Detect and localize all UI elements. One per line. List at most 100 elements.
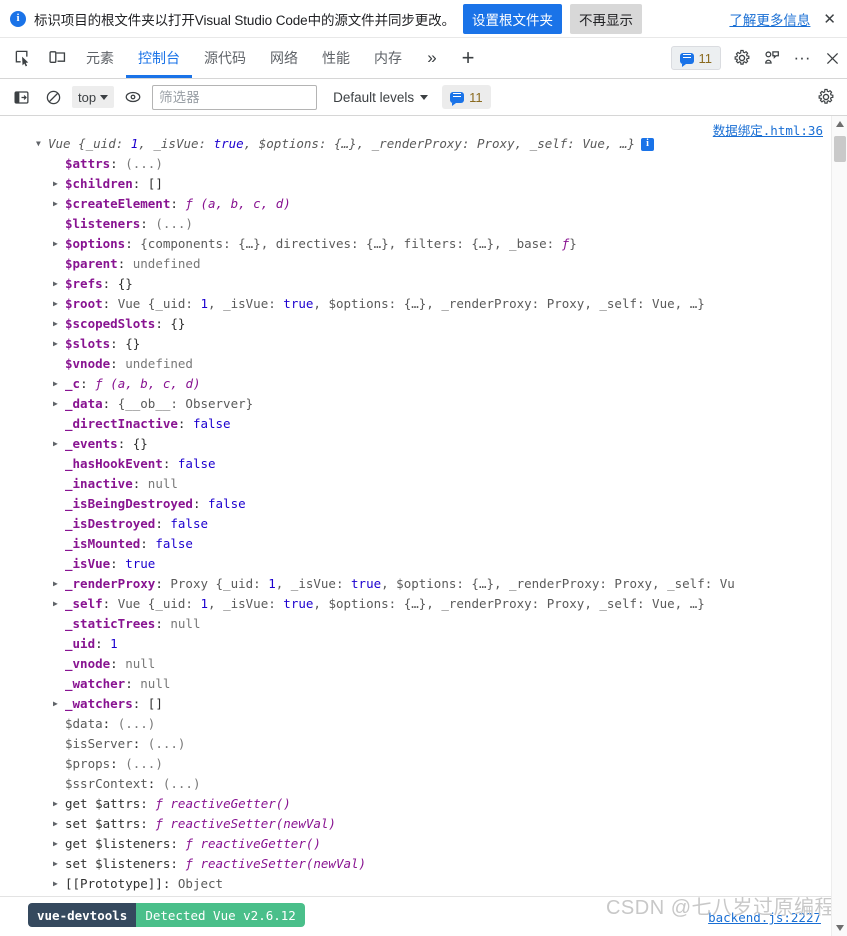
object-tree-row[interactable]: _isMounted: false xyxy=(0,534,831,554)
object-tree-row[interactable]: $listeners: (...) xyxy=(0,214,831,234)
object-tree-row[interactable]: _self: Vue {_uid: 1, _isVue: true, $opti… xyxy=(0,594,831,614)
learn-more-link[interactable]: 了解更多信息 xyxy=(729,9,810,29)
object-tree-row[interactable]: $parent: undefined xyxy=(0,254,831,274)
object-tree-row[interactable]: _events: {} xyxy=(0,434,831,454)
more-tabs-chevron-icon[interactable]: » xyxy=(414,38,450,78)
expand-triangle-closed-icon[interactable] xyxy=(53,274,65,294)
expand-triangle-closed-icon[interactable] xyxy=(53,334,65,354)
expand-triangle-closed-icon[interactable] xyxy=(53,574,65,594)
tab-performance[interactable]: 性能 xyxy=(310,38,362,78)
expand-triangle-closed-icon[interactable] xyxy=(53,694,65,714)
console-scrollbar[interactable] xyxy=(831,116,847,936)
object-tree-row[interactable]: set $attrs: ƒ reactiveSetter(newVal) xyxy=(0,814,831,834)
dont-show-again-button[interactable]: 不再显示 xyxy=(569,3,642,34)
object-tree-row-text: _watchers: [] xyxy=(65,696,163,711)
object-tree-row-text: [[Prototype]]: Object xyxy=(65,876,224,891)
expand-triangle-closed-icon[interactable] xyxy=(53,174,65,194)
object-tree-row[interactable]: $props: (...) xyxy=(0,754,831,774)
expand-triangle-closed-icon[interactable] xyxy=(53,234,65,254)
console-toolbar: top Default levels 11 xyxy=(0,79,847,116)
object-tree-row[interactable]: _vnode: null xyxy=(0,654,831,674)
object-tree-row[interactable]: $vnode: undefined xyxy=(0,354,831,374)
object-tree-row[interactable]: get $listeners: ƒ reactiveGetter() xyxy=(0,834,831,854)
log-levels-value: Default levels xyxy=(333,89,415,105)
gear-icon[interactable] xyxy=(727,49,757,67)
execution-context-value: top xyxy=(78,89,97,105)
inspect-element-icon[interactable] xyxy=(6,38,40,78)
execution-context-select[interactable]: top xyxy=(72,86,115,108)
object-tree-row[interactable]: $children: [] xyxy=(0,174,831,194)
more-options-icon[interactable]: ··· xyxy=(787,48,817,68)
object-tree-row[interactable]: _uid: 1 xyxy=(0,634,831,654)
scrollbar-thumb[interactable] xyxy=(834,136,846,162)
object-tree-row[interactable]: _c: ƒ (a, b, c, d) xyxy=(0,374,831,394)
device-toolbar-icon[interactable] xyxy=(40,38,74,78)
object-tree-row[interactable]: _data: {__ob__: Observer} xyxy=(0,394,831,414)
add-tab-plus-icon[interactable]: + xyxy=(450,38,486,78)
object-tree-row-text: $attrs: (...) xyxy=(65,156,163,171)
object-tree-row[interactable]: _isBeingDestroyed: false xyxy=(0,494,831,514)
object-tree-row[interactable]: $data: (...) xyxy=(0,714,831,734)
expand-triangle-closed-icon[interactable] xyxy=(53,374,65,394)
set-root-folder-button[interactable]: 设置根文件夹 xyxy=(462,3,562,34)
expand-triangle-closed-icon[interactable] xyxy=(53,294,65,314)
log-levels-select[interactable]: Default levels xyxy=(329,90,432,105)
object-tree-row[interactable]: get $attrs: ƒ reactiveGetter() xyxy=(0,794,831,814)
console-sidebar-icon[interactable] xyxy=(8,84,34,110)
console-settings-gear-icon[interactable] xyxy=(813,84,839,110)
expand-triangle-closed-icon[interactable] xyxy=(53,394,65,414)
object-tree-row[interactable]: [[Prototype]]: Object xyxy=(0,874,831,894)
object-tree-row[interactable]: $attrs: (...) xyxy=(0,154,831,174)
info-badge-icon[interactable]: i xyxy=(641,137,655,151)
object-tree-row[interactable]: $options: {components: {…}, directives: … xyxy=(0,234,831,254)
object-tree-root-row[interactable]: Vue {_uid: 1, _isVue: true, $options: {…… xyxy=(0,134,831,154)
object-tree-row[interactable]: _hasHookEvent: false xyxy=(0,454,831,474)
tab-console[interactable]: 控制台 xyxy=(126,38,192,78)
clear-console-icon[interactable] xyxy=(40,84,66,110)
object-tree-row[interactable]: $root: Vue {_uid: 1, _isVue: true, $opti… xyxy=(0,294,831,314)
object-tree-row[interactable]: _watcher: null xyxy=(0,674,831,694)
console-issues-badge[interactable]: 11 xyxy=(442,85,491,109)
expand-triangle-open-icon[interactable] xyxy=(36,134,48,154)
tab-elements[interactable]: 元素 xyxy=(74,38,126,78)
expand-triangle-closed-icon[interactable] xyxy=(53,814,65,834)
tab-sources[interactable]: 源代码 xyxy=(192,38,258,78)
object-tree-row[interactable]: _isDestroyed: false xyxy=(0,514,831,534)
tab-label: 性能 xyxy=(322,50,350,66)
object-tree-row[interactable]: _isVue: true xyxy=(0,554,831,574)
object-tree-row-text: get $attrs: ƒ reactiveGetter() xyxy=(65,796,291,811)
object-tree-row[interactable]: $createElement: ƒ (a, b, c, d) xyxy=(0,194,831,214)
issues-count: 11 xyxy=(698,50,713,66)
expand-triangle-closed-icon[interactable] xyxy=(53,854,65,874)
tab-label: 网络 xyxy=(270,50,298,66)
expand-triangle-closed-icon[interactable] xyxy=(53,874,65,894)
scroll-up-arrow-icon[interactable] xyxy=(832,116,847,132)
close-icon[interactable]: ✕ xyxy=(818,10,839,28)
object-tree-row[interactable]: set $listeners: ƒ reactiveSetter(newVal) xyxy=(0,854,831,874)
devtools-customize-icon[interactable] xyxy=(757,49,787,67)
expand-triangle-closed-icon[interactable] xyxy=(53,834,65,854)
object-tree-row[interactable]: $slots: {} xyxy=(0,334,831,354)
close-devtools-icon[interactable] xyxy=(817,50,847,67)
object-tree-row[interactable]: _renderProxy: Proxy {_uid: 1, _isVue: tr… xyxy=(0,574,831,594)
object-tree-row[interactable]: _watchers: [] xyxy=(0,694,831,714)
expand-triangle-closed-icon[interactable] xyxy=(53,594,65,614)
object-tree-row[interactable]: $refs: {} xyxy=(0,274,831,294)
expand-triangle-closed-icon[interactable] xyxy=(53,314,65,334)
object-tree-row[interactable]: _directInactive: false xyxy=(0,414,831,434)
object-tree-row[interactable]: _inactive: null xyxy=(0,474,831,494)
tab-network[interactable]: 网络 xyxy=(258,38,310,78)
live-expression-icon[interactable] xyxy=(120,84,146,110)
issues-badge[interactable]: 11 xyxy=(670,46,721,70)
object-tree-row[interactable]: _staticTrees: null xyxy=(0,614,831,634)
expand-triangle-closed-icon[interactable] xyxy=(53,194,65,214)
expand-triangle-closed-icon[interactable] xyxy=(53,434,65,454)
filter-input[interactable] xyxy=(152,84,318,110)
object-tree-row[interactable]: $isServer: (...) xyxy=(0,734,831,754)
object-tree-row[interactable]: $ssrContext: (...) xyxy=(0,774,831,794)
expand-triangle-closed-icon[interactable] xyxy=(53,794,65,814)
object-tree-row[interactable]: $scopedSlots: {} xyxy=(0,314,831,334)
backend-source-link[interactable]: backend.js:2227 xyxy=(708,910,821,925)
scroll-down-arrow-icon[interactable] xyxy=(832,920,847,936)
tab-memory[interactable]: 内存 xyxy=(362,38,414,78)
